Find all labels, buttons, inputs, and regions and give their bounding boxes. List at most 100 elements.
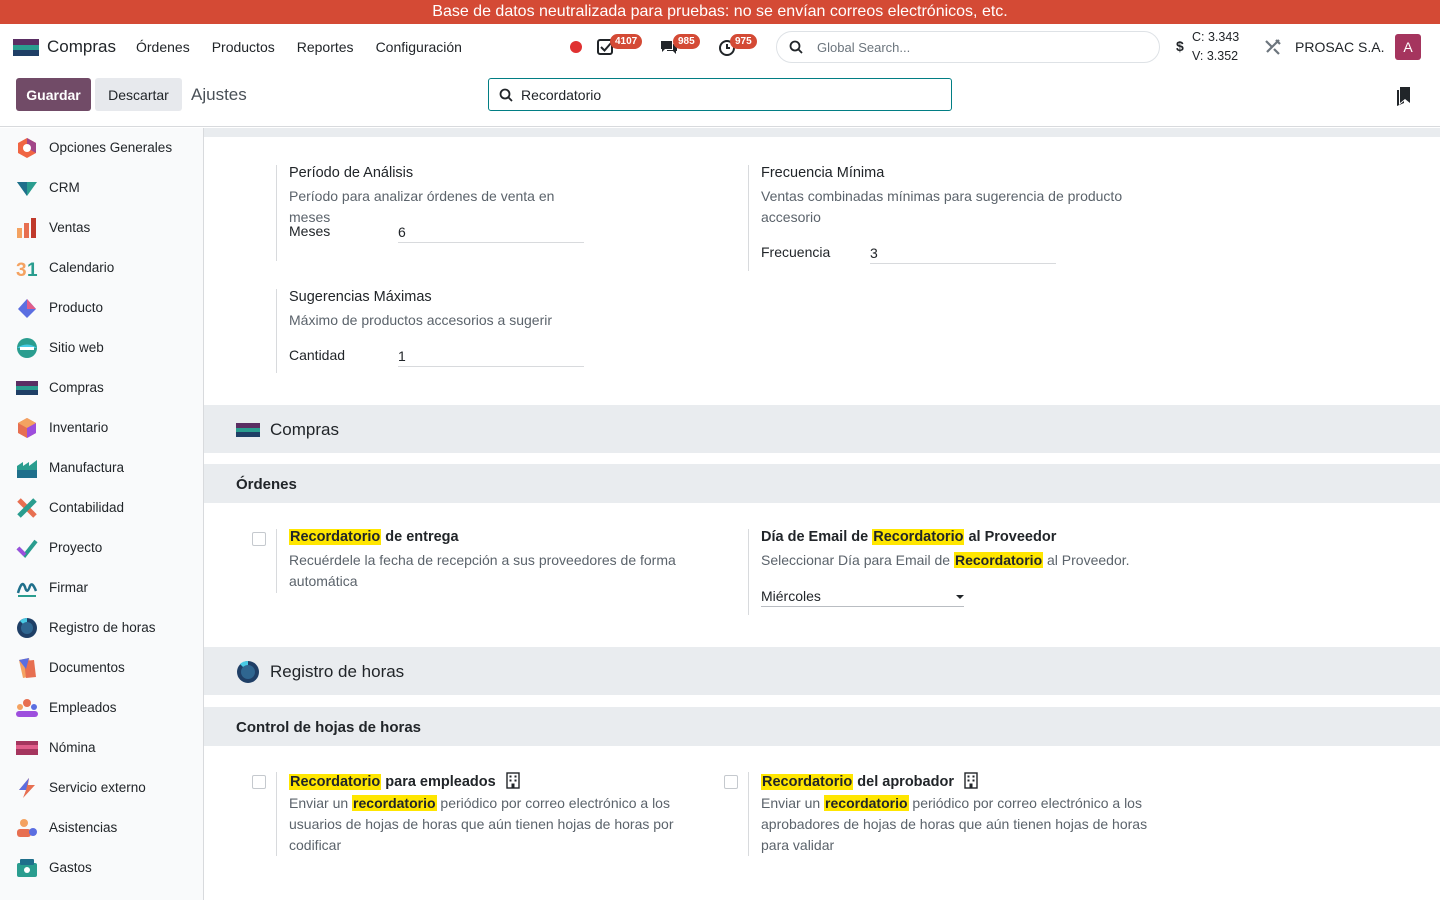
sidebar-item-contabilidad[interactable]: Contabilidad	[0, 488, 203, 528]
website-app-icon	[17, 338, 37, 358]
setting-title: Recordatorio del aprobador	[761, 772, 978, 790]
setting-description: Ventas combinadas mínimas para sugerenci…	[761, 186, 1122, 228]
payroll-app-icon	[16, 741, 38, 755]
calendar-app-icon: 3 1	[16, 260, 38, 279]
setting-approver-reminder: Recordatorio del aprobador Enviar un rec…	[748, 772, 1188, 856]
search-highlight: recordatorio	[352, 795, 437, 811]
company-switcher[interactable]: PROSAC S.A.	[1295, 39, 1384, 55]
setting-title: Sugerencias Máximas	[289, 289, 432, 305]
approver-reminder-checkbox[interactable]	[724, 775, 738, 789]
currency-dollar-icon: $	[1176, 38, 1184, 54]
purchase-app-icon	[16, 381, 38, 395]
svg-text:3: 3	[16, 260, 27, 279]
sidebar-item-gastos[interactable]: Gastos	[0, 848, 203, 888]
setting-description: Seleccionar Día para Email de Recordator…	[761, 550, 1130, 571]
global-search-input[interactable]	[817, 38, 1147, 56]
app-header-title: Registro de horas	[270, 662, 405, 681]
save-button[interactable]: Guardar	[16, 78, 91, 111]
sidebar-item-producto[interactable]: Producto	[0, 288, 203, 328]
setting-description: Recuérdele la fecha de recepción a sus p…	[289, 550, 676, 592]
settings-app-icon	[18, 138, 36, 158]
inventory-app-icon	[18, 418, 36, 438]
sidebar-item-firmar[interactable]: Firmar	[0, 568, 203, 608]
sidebar-item-ventas[interactable]: Ventas	[0, 208, 203, 248]
setting-description-line: automática	[289, 573, 358, 589]
setting-title: Período de Análisis	[289, 165, 414, 181]
sidebar-item-nomina[interactable]: Nómina	[0, 728, 203, 768]
sidebar-item-inventario[interactable]: Inventario	[0, 408, 203, 448]
sidebar-item-label: Opciones Generales	[49, 140, 173, 155]
discard-button[interactable]: Descartar	[95, 78, 182, 111]
sidebar-item-opciones-generales[interactable]: Opciones Generales	[0, 128, 203, 168]
recording-dot-icon[interactable]	[570, 41, 582, 53]
user-avatar[interactable]: A	[1395, 34, 1421, 60]
sidebar-item-servicio-externo[interactable]: Servicio externo	[0, 768, 203, 808]
favorites-bookmark-icon[interactable]	[1396, 86, 1412, 106]
sidebar-item-asistencias[interactable]: Asistencias	[0, 808, 203, 848]
sidebar-item-registro-de-horas[interactable]: Registro de horas	[0, 608, 203, 648]
debug-tools-icon[interactable]	[1264, 38, 1282, 56]
months-input[interactable]: 6	[398, 221, 584, 243]
setting-description: Máximo de productos accesorios a sugerir	[289, 312, 553, 328]
receipt-reminder-checkbox[interactable]	[252, 532, 266, 546]
section-top-strip	[204, 128, 1440, 137]
activities-badge: 4107	[610, 34, 643, 49]
app-name[interactable]: Compras	[47, 37, 116, 57]
sidebar-item-compras[interactable]: Compras	[0, 368, 203, 408]
settings-search-input[interactable]	[521, 86, 921, 104]
timesheets-badge: 975	[730, 34, 757, 49]
section-header-timesheet-control: Control de hojas de horas	[204, 707, 1440, 746]
sidebar-item-label: Contabilidad	[49, 500, 125, 515]
menu-reportes[interactable]: Reportes	[297, 39, 354, 55]
setting-description-line: codificar	[289, 837, 342, 853]
settings-content: Período de Análisis Período para analiza…	[204, 128, 1440, 900]
sidebar-item-proyecto[interactable]: Proyecto	[0, 528, 203, 568]
menu-productos[interactable]: Productos	[212, 39, 275, 55]
setting-title-rest: de entrega	[381, 529, 459, 545]
setting-description-pre: Seleccionar Día para Email de	[761, 552, 954, 568]
sidebar-item-label: Gastos	[49, 860, 92, 875]
global-search-box[interactable]	[776, 31, 1160, 63]
setting-description-line: Ventas combinadas mínimas para sugerenci…	[761, 188, 1123, 204]
sidebar-item-calendario[interactable]: 3 1 Calendario	[0, 248, 203, 288]
crm-app-icon	[17, 182, 37, 196]
setting-analysis-period: Período de Análisis Período para analiza…	[276, 165, 596, 261]
menu-ordenes[interactable]: Órdenes	[136, 39, 190, 55]
search-highlight: Recordatorio	[761, 774, 854, 790]
sign-app-icon	[16, 582, 38, 597]
product-app-icon	[18, 299, 36, 318]
sidebar-item-label: Compras	[49, 380, 104, 395]
sidebar-item-empleados[interactable]: Empleados	[0, 688, 203, 728]
employee-reminder-checkbox[interactable]	[252, 775, 266, 789]
sidebar-item-label: CRM	[49, 180, 80, 195]
search-highlight: Recordatorio	[289, 774, 382, 790]
setting-description-line: usuarios de hojas de horas que aún tiene…	[289, 816, 674, 832]
setting-receipt-reminder: Recordatorio de entrega Recuérdele la fe…	[276, 529, 716, 593]
purchase-app-logo-icon[interactable]	[13, 39, 39, 56]
quantity-input[interactable]: 1	[398, 345, 584, 367]
sidebar-item-manufactura[interactable]: Manufactura	[0, 448, 203, 488]
sidebar-item-sitio-web[interactable]: Sitio web	[0, 328, 203, 368]
menu-configuracion[interactable]: Configuración	[376, 39, 462, 55]
weekday-select[interactable]: Miércoles	[761, 585, 964, 607]
field-service-app-icon	[19, 778, 35, 798]
search-highlight: recordatorio	[824, 795, 909, 811]
setting-description-line: aprobadores de hojas de horas que aún ti…	[761, 816, 1148, 832]
sidebar-item-label: Ventas	[49, 220, 91, 235]
sidebar-item-documentos[interactable]: Documentos	[0, 648, 203, 688]
sidebar-item-crm[interactable]: CRM	[0, 168, 203, 208]
sidebar-item-label: Sitio web	[49, 340, 104, 355]
main-menu: Órdenes Productos Reportes Configuración	[136, 39, 484, 55]
setting-vendor-reminder-day: Día de Email de Recordatorio al Proveedo…	[748, 529, 1188, 615]
settings-search-box[interactable]	[488, 78, 952, 111]
sidebar-item-label: Registro de horas	[49, 620, 156, 635]
timesheet-app-icon	[237, 660, 259, 683]
svg-text:1: 1	[27, 260, 38, 279]
frequency-input[interactable]: 3	[870, 242, 1056, 264]
weekday-select-value: Miércoles	[761, 588, 821, 604]
sidebar-item-label: Servicio externo	[49, 780, 146, 795]
setting-description-post: periódico por correo electrónico a los	[436, 795, 670, 811]
sidebar-item-label: Manufactura	[49, 460, 125, 475]
project-app-icon	[16, 539, 38, 559]
setting-description-pre: Enviar un	[761, 795, 825, 811]
